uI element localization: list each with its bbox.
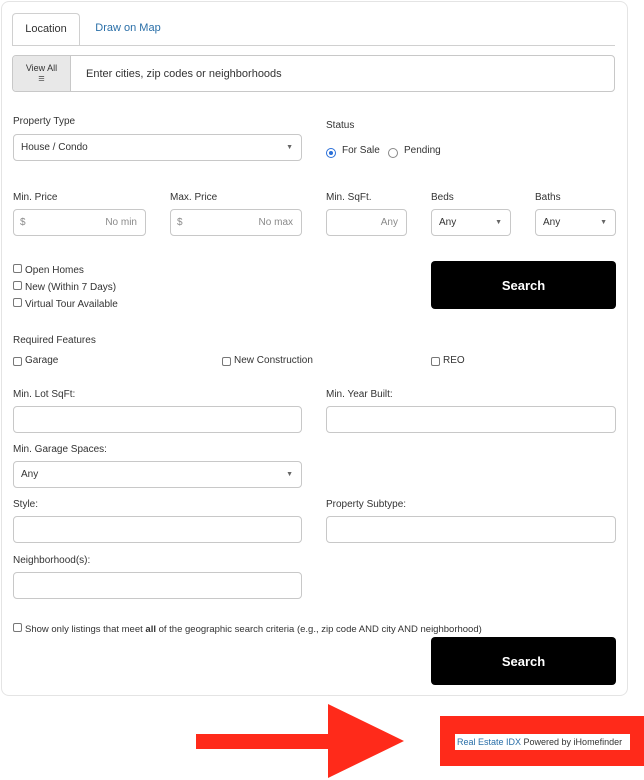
new-listings-label: New (Within 7 Days) [25,282,117,293]
neighborhoods-input[interactable] [13,572,302,599]
open-homes-label: Open Homes [25,265,84,276]
tab-draw-on-map[interactable]: Draw on Map [86,13,170,46]
neighborhoods-label: Neighborhood(s): [13,555,91,566]
property-subtype-input[interactable] [326,516,616,543]
beds-select[interactable]: Any ▼ [431,209,511,236]
location-search-box: View All ≡ [12,55,615,92]
footer-credit: Real Estate IDX Powered by iHomefinder [455,734,630,750]
min-year-built-input[interactable] [326,406,616,433]
powered-by-text: Powered by iHomefinder [521,737,623,747]
geo-criteria-prefix: Show only listings that meet [25,624,146,635]
location-search-input[interactable] [72,56,613,91]
max-price-label: Max. Price [170,192,218,203]
view-all-button[interactable]: View All ≡ [13,56,71,91]
status-for-sale-label: For Sale [342,145,380,156]
status-pending-label: Pending [404,145,441,156]
search-button-bottom[interactable]: Search [431,637,616,685]
min-price-currency: $ [20,217,26,228]
geo-criteria-suffix: of the geographic search criteria (e.g.,… [155,624,482,635]
chevron-down-icon: ▼ [600,219,607,226]
virtual-tour-checkbox[interactable] [13,298,22,307]
new-construction-checkbox[interactable] [222,357,231,366]
garage-label: Garage [25,355,59,366]
tab-location[interactable]: Location [12,13,80,46]
list-icon: ≡ [38,73,45,85]
reo-checkbox[interactable] [431,357,440,366]
chevron-down-icon: ▼ [495,219,502,226]
annotation-arrow-head [328,704,404,778]
min-lot-sqft-label: Min. Lot SqFt: [13,389,76,400]
min-price-input[interactable] [14,210,145,235]
open-homes-checkbox[interactable] [13,264,22,273]
min-year-built-label: Min. Year Built: [326,389,393,400]
virtual-tour-label: Virtual Tour Available [25,299,118,310]
property-type-label: Property Type [13,116,76,127]
beds-value: Any [439,217,457,228]
min-garage-spaces-select[interactable]: Any ▼ [13,461,302,488]
status-for-sale-radio[interactable] [326,148,336,158]
max-price-input[interactable] [171,210,301,235]
geo-criteria-label: Show only listings that meet all of the … [25,624,482,635]
real-estate-idx-link[interactable]: Real Estate IDX [457,737,521,747]
min-garage-spaces-value: Any [21,469,39,480]
chevron-down-icon: ▼ [286,144,293,151]
view-all-label: View All [25,63,58,73]
style-label: Style: [13,499,39,510]
min-sqft-label: Min. SqFt. [326,192,372,203]
max-price-currency: $ [177,217,183,228]
new-listings-checkbox[interactable] [13,281,22,290]
min-sqft-field [326,209,407,236]
required-features-label: Required Features [13,335,96,346]
reo-label: REO [443,355,465,366]
property-subtype-label: Property Subtype: [326,499,407,510]
baths-value: Any [543,217,561,228]
chevron-down-icon: ▼ [286,471,293,478]
min-garage-spaces-label: Min. Garage Spaces: [13,444,107,455]
beds-label: Beds [431,192,454,203]
status-pending-radio[interactable] [388,148,398,158]
status-label: Status [326,120,355,131]
min-lot-sqft-input[interactable] [13,406,302,433]
min-price-label: Min. Price [13,192,58,203]
garage-checkbox[interactable] [13,357,22,366]
baths-label: Baths [535,192,561,203]
property-type-value: House / Condo [21,142,88,153]
min-sqft-input[interactable] [327,210,406,235]
geo-criteria-checkbox[interactable] [13,623,22,632]
style-input[interactable] [13,516,302,543]
baths-select[interactable]: Any ▼ [535,209,616,236]
max-price-field: $ [170,209,302,236]
min-price-field: $ [13,209,146,236]
annotation-arrow-shaft [196,734,336,749]
property-type-select[interactable]: House / Condo ▼ [13,134,302,161]
search-button[interactable]: Search [431,261,616,309]
tab-divider [12,45,615,46]
new-construction-label: New Construction [234,355,313,366]
geo-criteria-emphasis: all [145,624,156,635]
